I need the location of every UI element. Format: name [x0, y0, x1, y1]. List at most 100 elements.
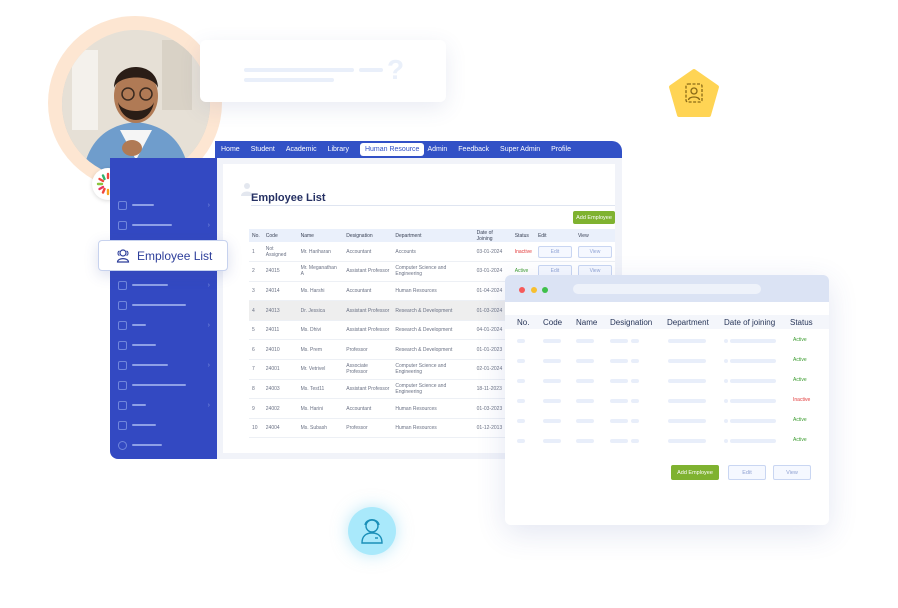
sidebar-item[interactable]: › — [118, 320, 210, 330]
edit-button[interactable]: Edit — [537, 245, 572, 258]
nav-academic[interactable]: Academic — [286, 146, 325, 153]
employee-icon — [348, 507, 396, 555]
placeholder-pill — [517, 339, 525, 343]
cell-no: 4 — [249, 300, 263, 321]
status-badge: Active — [793, 437, 807, 443]
sidebar-item[interactable] — [118, 340, 210, 350]
placeholder-pill — [631, 399, 639, 403]
nav-admin[interactable]: Admin — [427, 146, 455, 153]
sidebar-item[interactable] — [118, 380, 210, 390]
nav-feedback[interactable]: Feedback — [458, 146, 497, 153]
placeholder-pill — [576, 359, 594, 363]
cell-code: 24014 — [262, 281, 298, 302]
chevron-right-icon: › — [207, 281, 210, 289]
placeholder-pill — [724, 419, 728, 423]
placeholder-pill — [610, 439, 628, 443]
col-code: Code — [262, 229, 298, 242]
chart-icon — [118, 200, 127, 210]
sidebar-item[interactable]: › — [118, 200, 210, 210]
cell-department: Computer Science and Engineering — [392, 261, 474, 282]
placeholder-pill — [610, 359, 628, 363]
cell-no: 8 — [249, 379, 263, 400]
sidebar-item[interactable] — [118, 420, 210, 430]
cell-designation: Assistant Professor — [343, 261, 393, 282]
placeholder-pill — [730, 359, 776, 363]
nav-student[interactable]: Student — [251, 146, 283, 153]
search-check-icon — [118, 300, 127, 310]
cell-name: Mr. Hariharan — [297, 242, 344, 263]
cell-name: Mr. Vetrivel — [297, 359, 344, 380]
placeholder-pill — [543, 379, 561, 383]
cell-code: 24011 — [262, 320, 298, 341]
page-title: Employee List — [251, 192, 326, 204]
cell-doj: 03-01-2024 — [473, 242, 512, 263]
cell-department: Accounts — [392, 242, 474, 263]
sidebar-item[interactable]: › — [118, 360, 210, 370]
nav-human-resource[interactable]: Human Resource — [359, 143, 425, 156]
cell-designation: Professor — [343, 339, 393, 361]
card-col-status: Status — [790, 317, 813, 327]
view-button[interactable]: View — [577, 245, 612, 258]
col-status: Status — [511, 229, 535, 242]
placeholder-pill — [543, 359, 561, 363]
card-col-designation: Designation — [610, 317, 653, 327]
placeholder-line — [244, 68, 354, 72]
cell-no: 6 — [249, 339, 263, 361]
card-col-department: Department — [667, 317, 709, 327]
placeholder-pill — [730, 439, 776, 443]
status-badge: Inactive — [793, 397, 811, 403]
cell-designation: Associate Professor — [343, 359, 393, 380]
cell-code: 24001 — [262, 359, 298, 380]
chevron-right-icon: › — [207, 321, 210, 329]
status-badge: Inactive — [511, 242, 535, 263]
placeholder-pill — [668, 339, 706, 343]
briefcase-icon — [118, 220, 127, 230]
status-badge: Active — [793, 337, 807, 343]
sidebar-item[interactable]: › — [118, 220, 210, 230]
maximize-dot-icon — [542, 287, 548, 293]
card-edit-button[interactable]: Edit — [728, 465, 766, 480]
minimize-dot-icon — [531, 287, 537, 293]
cell-name: Ms. Harshi — [297, 281, 344, 302]
url-bar — [573, 284, 761, 294]
chevron-right-icon: › — [207, 201, 210, 209]
chevron-right-icon: › — [207, 361, 210, 369]
placeholder-pill — [517, 399, 525, 403]
placeholder-pill — [724, 439, 728, 443]
card-view-button[interactable]: View — [773, 465, 811, 480]
card-col-doj: Date of joining — [724, 317, 776, 327]
cell-designation: Accountant — [343, 398, 393, 419]
sidebar-item[interactable] — [118, 440, 210, 450]
nav-home[interactable]: Home — [221, 146, 248, 153]
placeholder-pill — [517, 379, 525, 383]
add-employee-button[interactable]: Add Employee — [573, 211, 615, 224]
gauge-icon — [118, 360, 127, 370]
placeholder-line — [244, 78, 334, 82]
placeholder-pill — [543, 419, 561, 423]
nav-library[interactable]: Library — [328, 146, 357, 153]
card-add-employee-button[interactable]: Add Employee — [671, 465, 719, 480]
status-badge: Active — [793, 417, 807, 423]
placeholder-pill — [631, 359, 639, 363]
cell-name: Mr. Meganathan A — [297, 261, 344, 282]
cell-code: 24010 — [262, 339, 298, 361]
placeholder-pill — [730, 419, 776, 423]
placeholder-pill — [668, 399, 706, 403]
cell-no: 7 — [249, 359, 263, 380]
cell-designation: Accountant — [343, 242, 393, 263]
sidebar-item[interactable]: › — [118, 400, 210, 410]
card-row: Active — [505, 417, 829, 425]
placeholder-pill — [631, 379, 639, 383]
sidebar-item[interactable] — [118, 300, 210, 310]
sidebar-item[interactable]: › — [118, 280, 210, 290]
card-row: Inactive — [505, 397, 829, 405]
col-view: View — [574, 229, 615, 242]
employee-list-menu-item[interactable]: Employee List — [98, 240, 228, 271]
nav-super-admin[interactable]: Super Admin — [500, 146, 548, 153]
cell-name: Ms. Subash — [297, 418, 344, 439]
nav-profile[interactable]: Profile — [551, 146, 579, 153]
cell-designation: Professor — [343, 418, 393, 439]
settings-icon — [118, 440, 127, 450]
placeholder-pill — [576, 339, 594, 343]
card-col-name: Name — [576, 317, 598, 327]
